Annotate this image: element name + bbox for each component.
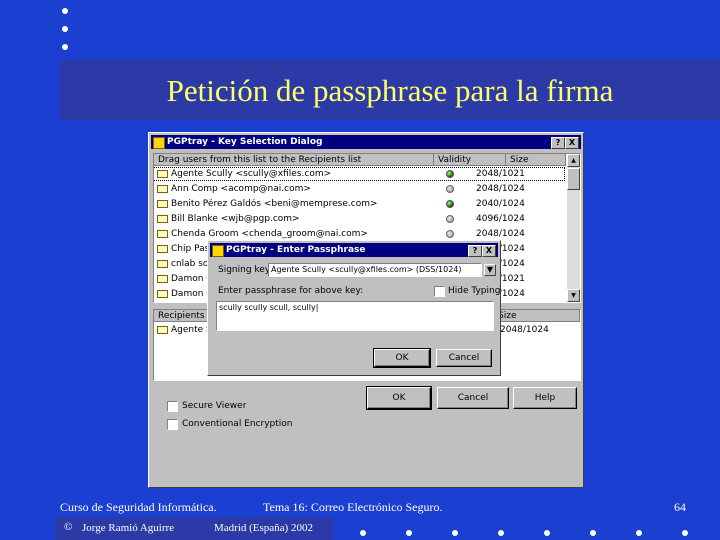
column-header-validity[interactable]: Validity [434, 154, 506, 166]
user-name: Bill Blanke <wjb@pgp.com> [171, 214, 300, 224]
user-key-size: 2048/1024 [476, 229, 525, 239]
column-header-size[interactable]: Size [506, 154, 566, 166]
ok-button[interactable]: OK [366, 386, 432, 410]
passphrase-titlebar: PGPtray - Enter Passphrase ? X [210, 243, 498, 257]
page-number: 64 [674, 500, 686, 514]
slide-title: Petición de passphrase para la firma [166, 73, 614, 108]
secure-viewer-label: Secure Viewer [182, 401, 247, 411]
decor-dot [636, 530, 642, 536]
help-icon[interactable]: ? [551, 137, 565, 149]
dialog-title: PGPtray - Key Selection Dialog [167, 137, 323, 147]
key-icon [157, 290, 168, 298]
cancel-button[interactable]: Cancel [437, 387, 509, 409]
copyright-symbol: © [64, 521, 73, 533]
key-icon [157, 200, 168, 208]
passphrase-value: scully scully scull, scully| [219, 303, 319, 312]
conventional-encryption-checkbox[interactable] [167, 419, 178, 430]
decor-dot [62, 26, 68, 32]
validity-icon [446, 215, 454, 223]
hide-typing-checkbox[interactable] [434, 286, 445, 297]
dialog-titlebar: PGPtray - Key Selection Dialog ? X [151, 135, 581, 149]
chevron-down-icon[interactable]: ▼ [484, 264, 496, 276]
user-row[interactable]: Agente Scully <scully@xfiles.com> 2048/10… [154, 167, 565, 181]
user-row[interactable]: Bill Blanke <wjb@pgp.com> 4096/1024 [154, 213, 564, 225]
recipient-size: 2048/1024 [500, 325, 549, 335]
user-row[interactable]: Chenda Groom <chenda_groom@nai.com> 2048/… [154, 228, 564, 240]
decor-dot [590, 530, 596, 536]
column-header-users[interactable]: Drag users from this list to the Recipie… [154, 154, 434, 166]
user-row[interactable]: Benito Pérez Galdós <beni@memprese.com> 2… [154, 198, 564, 210]
decor-dot [452, 530, 458, 536]
key-icon [157, 245, 168, 253]
user-row[interactable]: Ann Comp <acomp@nai.com> 2048/1024 [154, 183, 564, 195]
key-icon [157, 230, 168, 238]
pgp-app-icon [212, 245, 224, 257]
user-name: Chenda Groom <chenda_groom@nai.com> [171, 229, 368, 239]
help-icon[interactable]: ? [468, 245, 482, 257]
decor-dot [498, 530, 504, 536]
scroll-up-icon[interactable]: ▲ [567, 154, 580, 167]
scroll-down-icon[interactable]: ▼ [567, 289, 580, 302]
column-header-recipient-size[interactable]: Size [494, 310, 580, 322]
footer-course: Curso de Seguridad Informática. [60, 500, 217, 514]
key-icon [157, 260, 168, 268]
passphrase-dialog: PGPtray - Enter Passphrase ? X Signing k… [207, 240, 501, 376]
passphrase-input[interactable]: scully scully scull, scully| [216, 301, 494, 331]
signing-key-label: Signing key: [218, 265, 273, 275]
help-button[interactable]: Help [513, 387, 577, 409]
user-key-size: 4096/1024 [476, 214, 525, 224]
key-icon [157, 215, 168, 223]
decor-dot [682, 530, 688, 536]
key-icon [157, 275, 168, 283]
key-icon [157, 326, 168, 334]
conventional-encryption-label: Conventional Encryption [182, 419, 293, 429]
decor-dot [544, 530, 550, 536]
validity-icon [446, 230, 454, 238]
user-name: Chip Pas [171, 244, 210, 254]
validity-icon [446, 185, 454, 193]
key-icon [157, 170, 168, 178]
hide-typing-label: Hide Typing [448, 286, 501, 296]
footer-topic: Tema 16: Correo Electrónico Seguro. [263, 500, 443, 514]
user-name: Ann Comp <acomp@nai.com> [171, 184, 311, 194]
decor-dot [360, 530, 366, 536]
passphrase-title: PGPtray - Enter Passphrase [226, 245, 366, 255]
validity-icon [446, 200, 454, 208]
footer-place-year: Madrid (España) 2002 [214, 522, 313, 534]
pgp-app-icon [153, 137, 165, 149]
key-icon [157, 185, 168, 193]
user-name: cnlab sof [171, 259, 212, 269]
user-name: Agente Scully <scully@xfiles.com> [171, 169, 332, 179]
user-key-size: 2040/1024 [476, 199, 525, 209]
secure-viewer-checkbox[interactable] [167, 401, 178, 412]
footer-author: Jorge Ramió Aguirre [82, 522, 175, 534]
passphrase-cancel-button[interactable]: Cancel [436, 349, 492, 367]
recipient-name: Agente S [171, 325, 212, 335]
decor-dot [62, 8, 68, 14]
signing-key-select[interactable]: Agente Scully <scully@xfiles.com> (DSS/1… [268, 263, 482, 277]
close-icon[interactable]: X [565, 137, 579, 149]
validity-icon [446, 170, 454, 178]
decor-dot [406, 530, 412, 536]
user-key-size: 2048/1021 [476, 169, 525, 179]
passphrase-ok-button[interactable]: OK [373, 348, 431, 368]
decor-dot [62, 44, 68, 50]
signing-key-value: Agente Scully <scully@xfiles.com> (DSS/1… [271, 265, 462, 274]
user-key-size: 2048/1024 [476, 184, 525, 194]
users-scrollbar[interactable]: ▲ ▼ [567, 154, 580, 302]
passphrase-prompt: Enter passphrase for above key: [218, 286, 364, 296]
scroll-thumb[interactable] [567, 168, 580, 190]
user-name: Benito Pérez Galdós <beni@memprese.com> [171, 199, 378, 209]
close-icon[interactable]: X [482, 245, 496, 257]
title-band: Petición de passphrase para la firma [60, 60, 720, 120]
